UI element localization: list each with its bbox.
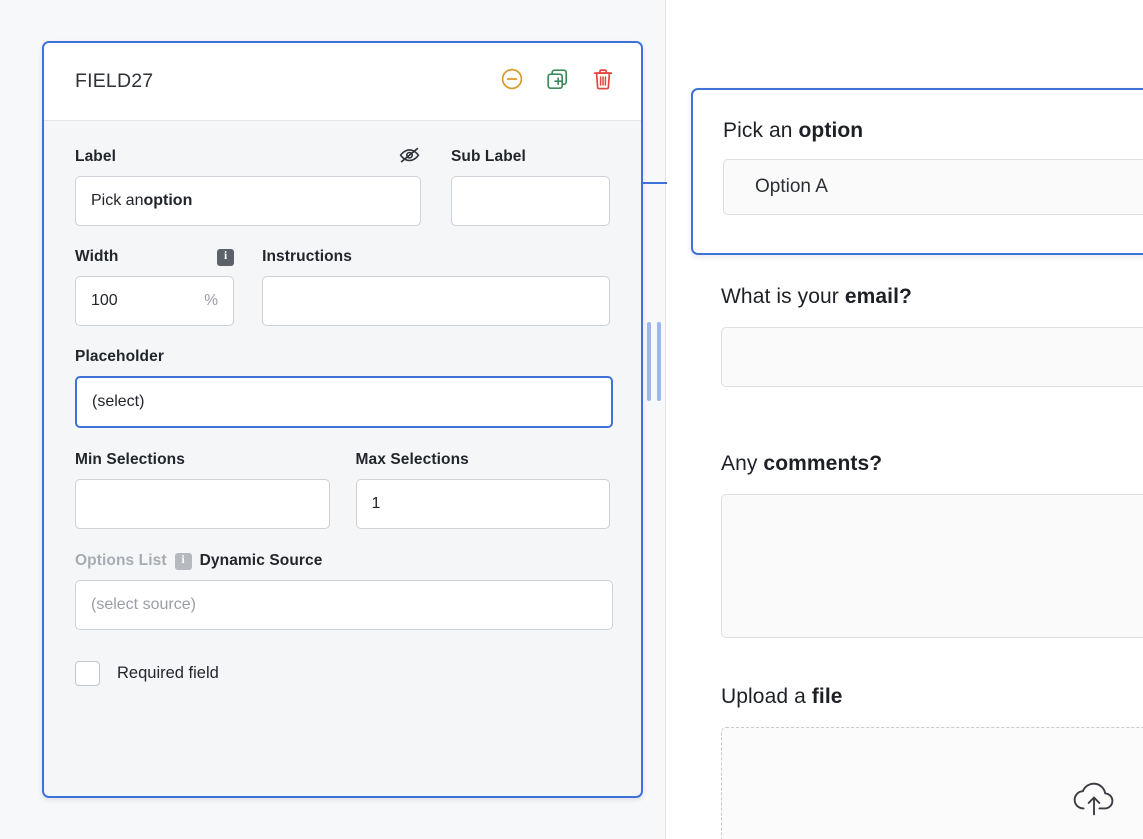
preview-comments-title-plain: Any — [721, 452, 764, 475]
width-input-text: 100 — [91, 292, 118, 309]
panel-resize-handle[interactable] — [647, 322, 661, 401]
max-selections-caption-row: Max Selections — [356, 450, 611, 470]
preview-select-title-plain: Pick an — [723, 119, 799, 142]
sub-label-input[interactable] — [450, 176, 610, 226]
duplicate-plus-icon[interactable] — [545, 67, 570, 97]
field-card-actions — [500, 67, 615, 97]
preview-block-comments: Any comments? — [721, 452, 1143, 638]
min-selections-input[interactable] — [75, 479, 330, 529]
preview-upload-title-bold: file — [811, 685, 843, 708]
preview-block-email: What is your email? — [721, 285, 1143, 387]
preview-email-title-plain: What is your — [721, 285, 845, 308]
placeholder-caption-row: Placeholder — [75, 347, 610, 367]
label-input-text-plain: Pick an — [91, 192, 144, 209]
trash-icon[interactable] — [591, 67, 615, 97]
label-row: Label Pick an option Sub Label — [75, 147, 610, 226]
preview-select-title: Pick an option — [723, 119, 1143, 143]
sub-label-caption: Sub Label — [450, 148, 526, 165]
width-info-icon[interactable]: i — [217, 248, 235, 266]
min-selections-caption-row: Min Selections — [75, 450, 330, 470]
preview-block-upload: Upload a file Drag and drop or browse fi — [721, 685, 1143, 839]
circle-minus-icon[interactable] — [500, 67, 524, 96]
preview-upload-title: Upload a file — [721, 685, 1143, 709]
preview-email-input[interactable] — [721, 327, 1143, 387]
preview-upload-title-plain: Upload a — [721, 685, 812, 708]
preview-email-title-bold: email? — [844, 285, 912, 308]
instructions-caption-row: Instructions — [262, 247, 610, 267]
instructions-group: Instructions — [262, 247, 610, 326]
placeholder-group: Placeholder (select) — [75, 347, 613, 428]
placeholder-input-text: (select) — [92, 393, 145, 410]
options-list-info-icon[interactable]: i — [174, 552, 192, 570]
field-settings-body: Label Pick an option Sub Label Width i 1… — [44, 121, 641, 686]
required-field-label: Required field — [117, 664, 219, 682]
label-group: Label Pick an option — [75, 147, 421, 226]
preview-selected-inner: Pick an option Option A — [693, 90, 1143, 215]
max-selections-group: Max Selections 1 — [355, 450, 611, 529]
preview-comments-title-bold: comments? — [763, 452, 883, 475]
options-source-tabs: Options List i Dynamic Source — [75, 551, 610, 571]
width-caption: Width — [75, 248, 119, 265]
options-source-group: Options List i Dynamic Source (select so… — [75, 551, 613, 630]
max-selections-caption: Max Selections — [355, 451, 469, 468]
resize-grip-bar-left — [647, 322, 651, 401]
preview-email-title: What is your email? — [721, 285, 1143, 309]
width-caption-row: Width i — [75, 247, 235, 267]
selections-row: Min Selections Max Selections 1 — [75, 450, 610, 529]
form-builder-screen: FIELD27 Label Pick an option Sub Label W… — [0, 0, 1143, 839]
resize-grip-bar-right — [657, 322, 661, 401]
label-input-text-bold: option — [143, 192, 193, 209]
tab-dynamic-source[interactable]: Dynamic Source — [200, 552, 323, 570]
field-card-title: FIELD27 — [75, 70, 154, 92]
min-selections-group: Min Selections — [75, 450, 330, 529]
preview-upload-dropzone[interactable]: Drag and drop or browse fi — [721, 727, 1143, 839]
instructions-input[interactable] — [262, 276, 610, 326]
eye-slash-icon[interactable] — [398, 145, 421, 170]
tab-options-list[interactable]: Options List — [75, 552, 167, 570]
width-group: Width i 100 % — [75, 247, 235, 326]
field-editor-pane: FIELD27 Label Pick an option Sub Label W… — [0, 0, 666, 839]
width-row: Width i 100 % Instructions — [75, 247, 610, 326]
max-selections-input[interactable]: 1 — [355, 479, 610, 529]
required-field-row[interactable]: Required field — [75, 661, 610, 686]
required-field-checkbox[interactable] — [75, 661, 100, 686]
sub-label-group: Sub Label — [450, 147, 610, 226]
label-caption-row: Label — [75, 147, 421, 167]
label-input[interactable]: Pick an option — [75, 176, 421, 226]
dynamic-source-select[interactable]: (select source) — [75, 580, 613, 630]
width-input[interactable]: 100 % — [75, 276, 235, 326]
preview-comments-title: Any comments? — [721, 452, 1143, 476]
max-selections-input-text: 1 — [371, 495, 381, 512]
width-unit-suffix: % — [204, 292, 219, 309]
placeholder-caption: Placeholder — [75, 348, 164, 365]
placeholder-input[interactable]: (select) — [75, 376, 613, 428]
preview-select-value: Option A — [755, 176, 828, 197]
preview-select-input[interactable]: Option A — [723, 159, 1143, 215]
cloud-upload-icon — [1070, 778, 1118, 823]
form-preview-pane: Pick an option Option A What is your ema… — [667, 0, 1143, 839]
field-settings-card: FIELD27 Label Pick an option Sub Label W… — [42, 41, 643, 798]
preview-comments-textarea[interactable] — [721, 494, 1143, 638]
preview-select-title-bold: option — [798, 119, 864, 142]
sub-label-caption-row: Sub Label — [451, 147, 610, 167]
preview-selected-field-card[interactable]: Pick an option Option A — [691, 88, 1143, 255]
dynamic-source-placeholder: (select source) — [91, 596, 196, 613]
field-card-header: FIELD27 — [44, 43, 641, 121]
label-caption: Label — [75, 148, 116, 165]
min-selections-caption: Min Selections — [75, 451, 185, 468]
instructions-caption: Instructions — [262, 248, 352, 265]
